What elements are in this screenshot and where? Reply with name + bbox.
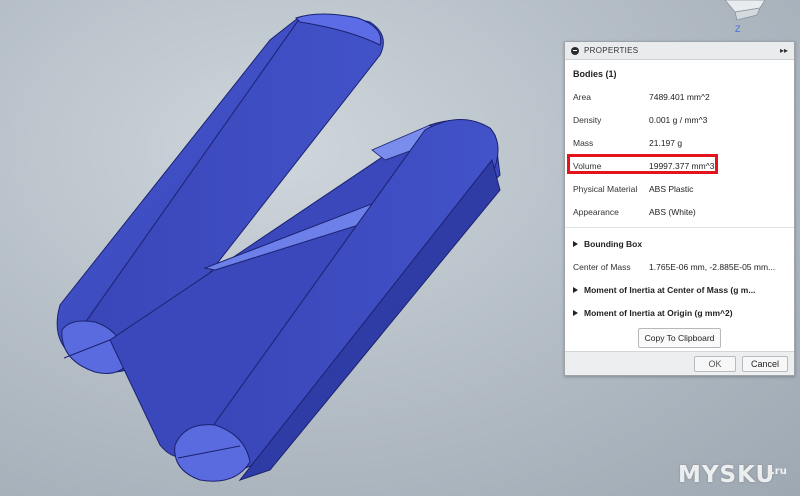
expand-triangle-icon [573,286,578,293]
property-key: Area [573,91,591,102]
panel-footer: OK Cancel [565,351,794,375]
property-row-mass: Mass 21.197 g [565,131,794,154]
property-row-density: Density 0.001 g / mm^3 [565,108,794,131]
property-row-area: Area 7489.401 mm^2 [565,85,794,108]
property-row-appearance: Appearance ABS (White) [565,200,794,223]
moment-center-expander[interactable]: Moment of Inertia at Center of Mass (g m… [565,278,794,301]
property-key: Density [573,114,602,125]
section-title: Bodies (1) [573,69,617,79]
collapse-icon[interactable] [571,46,579,55]
property-key: Appearance [573,206,619,217]
z-axis-label: Z [735,24,741,34]
divider [565,227,794,228]
property-key: Mass [573,137,594,148]
expand-triangle-icon [573,240,578,247]
watermark-logo: MYSKU [678,462,776,488]
property-value: 0.001 g / mm^3 [649,114,708,125]
expander-label: Bounding Box [584,238,643,249]
bounding-box-expander[interactable]: Bounding Box [565,232,794,255]
copy-wrap: Copy To Clipboard [565,324,794,348]
watermark-suffix: .ru [771,466,787,477]
expand-icon[interactable]: ▸▸ [780,46,788,55]
expand-triangle-icon [573,309,578,316]
property-row-center-of-mass: Center of Mass 1.765E-06 mm, -2.885E-05 … [565,255,794,278]
expander-label: Moment of Inertia at Center of Mass (g m… [584,284,756,295]
panel-header: PROPERTIES ▸▸ [565,42,794,60]
moment-origin-expander[interactable]: Moment of Inertia at Origin (g mm^2) [565,301,794,324]
property-value: ABS (White) [649,206,696,217]
property-key: Physical Material [573,183,638,194]
volume-highlight-box [567,154,718,174]
property-value: ABS Plastic [649,183,694,194]
view-cube[interactable]: Z [715,0,775,40]
property-value: 1.765E-06 mm, -2.885E-05 mm... [649,261,776,272]
copy-to-clipboard-button[interactable]: Copy To Clipboard [637,328,722,348]
property-row-volume: Volume 19997.377 mm^3 [565,154,794,177]
property-row-material: Physical Material ABS Plastic [565,177,794,200]
expander-label: Moment of Inertia at Origin (g mm^2) [584,307,733,318]
panel-title: PROPERTIES [584,46,639,55]
property-key: Center of Mass [573,261,631,272]
cancel-button[interactable]: Cancel [742,355,788,372]
ok-button[interactable]: OK [694,355,736,372]
properties-panel: PROPERTIES ▸▸ Bodies (1) Area 7489.401 m… [564,41,795,376]
property-value: 21.197 g [649,137,683,148]
model-body[interactable] [56,13,501,482]
property-value: 7489.401 mm^2 [649,91,710,102]
